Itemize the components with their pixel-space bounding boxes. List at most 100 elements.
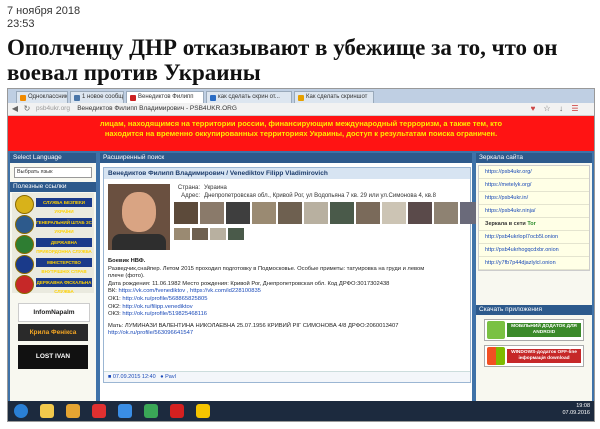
tab-favicon-icon (20, 95, 26, 101)
photo-thumbnail[interactable] (252, 202, 276, 224)
start-icon[interactable] (14, 404, 28, 418)
opera-icon[interactable] (170, 404, 184, 418)
screenshot-image: Одноклассники 1 новое сообщение Венедиктов… (7, 88, 595, 422)
social-link[interactable]: https://vk.com/fvenediktov , https://vk.… (118, 288, 260, 294)
photo-thumbnail[interactable] (174, 202, 198, 224)
yandex-icon[interactable] (92, 404, 106, 418)
mirror-link[interactable]: https://psb4ukr.ninja/ (479, 205, 589, 218)
tor-mirror-link[interactable]: http://psb4ukrhogqcdxbr.onion (479, 244, 589, 257)
address-label: Адрес: (181, 193, 200, 199)
date-text: 7 ноября 2018 (7, 5, 81, 17)
browser-tab[interactable]: Венедиктов Филипп (126, 91, 204, 103)
agency-link[interactable]: ДЕРЖАВНА ФІСКАЛЬНА СЛУЖБА (36, 278, 92, 294)
photo-thumbnail[interactable] (200, 202, 224, 224)
apps-title: Скачать приложения (476, 305, 592, 315)
social-label: ВК: (108, 288, 117, 295)
url-host: psb4ukr.org (36, 105, 70, 112)
tor-mirror-link[interactable]: http://y7fb7p44djazlylcl.onion (479, 257, 589, 270)
windows-app-button[interactable]: WINDOWS-додаток OFF-line інформація down… (484, 345, 584, 367)
tab-label: Одноклассники (28, 94, 68, 100)
browser-tab[interactable]: Одноклассники (16, 91, 68, 103)
download-icon[interactable]: ↓ (556, 104, 566, 114)
photo-thumbnail[interactable] (356, 202, 380, 224)
mirror-link[interactable]: https://psb4ukr.org/ (479, 166, 589, 179)
browser-tab-bar: Одноклассники 1 новое сообщение Венедиктов… (8, 89, 594, 103)
photo-thumbnail[interactable] (434, 202, 458, 224)
file-explorer-icon[interactable] (40, 404, 54, 418)
browser-tab[interactable]: Как сделать скриншот (294, 91, 374, 103)
emblem-icon (15, 195, 34, 214)
emblem-icon (15, 255, 34, 274)
photo-thumbnail[interactable] (192, 228, 208, 240)
agency-link[interactable]: ГЕНЕРАЛЬНИЙ ШТАБ ЗС УКРАЇНИ (36, 218, 92, 234)
address-bar: ◀ ↻ psb4ukr.org Венедиктов Филипп Владим… (8, 103, 594, 116)
reload-icon[interactable]: ↻ (22, 104, 32, 114)
mirror-link[interactable]: https://metelyk.org/ (479, 179, 589, 192)
agency-link[interactable]: МІНІСТЕРСТВО ВНУТРІШНІХ СПРАВ (36, 258, 92, 274)
social-link[interactable]: http://ok.ru/profile/568865825805 (122, 296, 207, 302)
photo-thumbnail[interactable] (210, 228, 226, 240)
emblem-icon (15, 275, 34, 294)
mother-link[interactable]: http://ok.ru/profile/563096641547 (108, 330, 193, 336)
social-label: ОК3: (108, 311, 121, 318)
heart-icon[interactable]: ♥ (528, 104, 538, 114)
social-row: ВК: https://vk.com/fvenediktov , https:/… (108, 288, 463, 296)
agency-link[interactable]: СЛУЖБА БЕЗПЕКИ УКРАЇНИ (36, 198, 92, 214)
photo-thumbnail[interactable] (226, 202, 250, 224)
agency-logos: СЛУЖБА БЕЗПЕКИ УКРАЇНИ ГЕНЕРАЛЬНИЙ ШТАБ З… (12, 193, 94, 294)
ie-icon[interactable] (118, 404, 132, 418)
social-row: ОК1: http://ok.ru/profile/568865825805 (108, 296, 463, 304)
chrome-icon[interactable] (144, 404, 158, 418)
right-sidebar: Зеркала сайта https://psb4ukr.org/ https… (476, 153, 592, 401)
android-app-button[interactable]: МОБІЛЬНИЙ ДОДАТОК ДЛЯ ANDROID (484, 319, 584, 341)
bio-line: Боевик НВФ. (108, 258, 146, 264)
folder-icon[interactable] (66, 404, 80, 418)
url-field[interactable]: psb4ukr.org Венедиктов Филипп Владимиров… (36, 104, 386, 113)
tab-favicon-icon (74, 95, 80, 101)
social-label: ОК2: (108, 303, 121, 310)
face-shape (122, 192, 156, 232)
lost-ivan-link[interactable]: LOST IVAN (18, 345, 88, 369)
emblem-icon (15, 235, 34, 254)
main-content: Расширенный поиск Венедиктов Филипп Влад… (100, 153, 484, 401)
tor-heading: Зеркала в сети Tor (479, 218, 589, 231)
mother-info: Мать: ЛУМИНАЗИ ВАЛЕНТИНА НИКОЛАЕВНА 25.0… (108, 322, 399, 329)
advanced-search-title[interactable]: Расширенный поиск (100, 153, 472, 163)
clock-date: 07.09.2016 (562, 410, 590, 416)
tor-word: Tor (527, 221, 536, 227)
krila-feniksa-link[interactable]: Крила Фенікса (18, 324, 88, 341)
profile-photo[interactable] (108, 184, 170, 250)
tab-favicon-icon (130, 95, 136, 101)
star-icon[interactable]: ☆ (542, 104, 552, 114)
url-title: Венедиктов Филипп Владимирович - PSB4UKR… (77, 105, 237, 112)
photo-thumbnail[interactable] (382, 202, 406, 224)
shirt-shape (112, 234, 166, 250)
system-clock[interactable]: 19:08 07.09.2016 (562, 403, 590, 417)
country-label: Страна: (177, 185, 200, 191)
back-arrow-icon[interactable]: ◀ (10, 104, 20, 114)
post-author[interactable]: Pavl (165, 374, 176, 380)
social-link[interactable]: http://ok.ru/profile/519825468116 (122, 311, 207, 317)
photo-thumbnail[interactable] (304, 202, 328, 224)
bio-line: Дата рождения: 11.06.1982 Место рождения… (108, 280, 390, 287)
tab-favicon-icon (298, 95, 304, 101)
browser-tab[interactable]: как сделать скрин от... (206, 91, 292, 103)
infomnapalm-link[interactable]: InfomNapalm (18, 303, 90, 322)
photo-thumbnail[interactable] (278, 202, 302, 224)
browser-tab[interactable]: 1 новое сообщение (70, 91, 124, 103)
headline: Ополченцу ДНР отказывают в убежище за то… (7, 35, 558, 85)
photo-thumbnail[interactable] (174, 228, 190, 240)
photo-thumbnail[interactable] (408, 202, 432, 224)
yandex-browser-icon[interactable] (196, 404, 210, 418)
apps-panel: Скачать приложения МОБІЛЬНИЙ ДОДАТОК ДЛЯ… (476, 305, 592, 371)
menu-icon[interactable]: ☰ (570, 104, 580, 114)
photo-thumbnail[interactable] (330, 202, 354, 224)
social-label: ОК1: (108, 295, 121, 302)
mirror-link[interactable]: https://psb4ukr.in/ (479, 192, 589, 205)
photo-thumbnail[interactable] (228, 228, 244, 240)
agency-link[interactable]: ДЕРЖАВНА ПРИКОРДОННА СЛУЖБА (36, 238, 92, 254)
profile-name[interactable]: Венедиктов Филипп Владимирович / Venedik… (104, 168, 470, 179)
language-select[interactable]: Выбрать язык (14, 167, 92, 178)
social-link[interactable]: http://ok.ru/filipp.venediktov (122, 304, 192, 310)
tor-mirror-link[interactable]: http://psb4ukrlopl7ocb5l.onion (479, 231, 589, 244)
